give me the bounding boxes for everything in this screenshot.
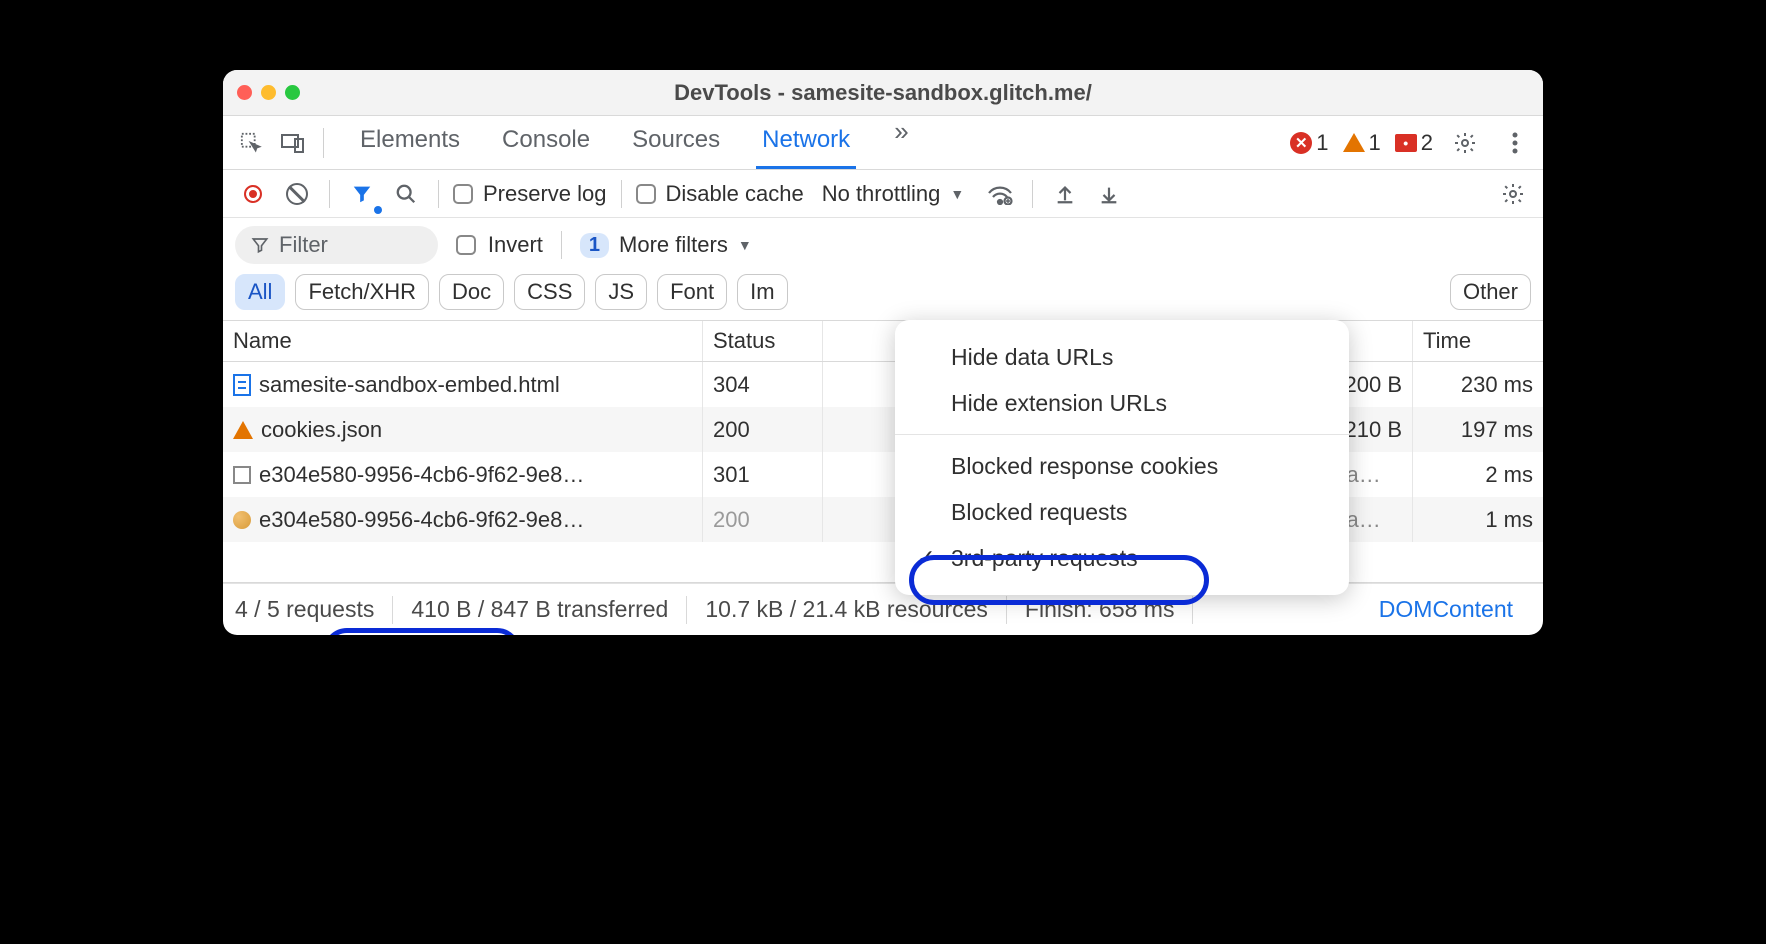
cell-name: samesite-sandbox-embed.html [223,362,703,407]
separator [438,180,439,208]
tab-network[interactable]: Network [756,116,856,169]
separator [621,180,622,208]
panel-tabbar: Elements Console Sources Network » ✕ 1 1… [223,116,1543,170]
kebab-menu-icon[interactable] [1497,125,1533,161]
status-finish: Finish: 658 ms [1007,596,1194,624]
popup-divider [895,434,1349,435]
separator [329,180,330,208]
inspect-element-icon[interactable] [233,125,269,161]
network-settings-icon[interactable] [1495,176,1531,212]
cell-time: 2 ms [1413,452,1543,497]
funnel-icon [251,236,269,254]
status-domcontent[interactable]: DOMContent [1361,596,1531,624]
chip-doc[interactable]: Doc [439,274,504,310]
chip-all[interactable]: All [235,274,285,310]
warning-icon [233,421,253,439]
titlebar: DevTools - samesite-sandbox.glitch.me/ [223,70,1543,116]
cell-name: e304e580-9956-4cb6-9f62-9e8… [223,497,703,542]
download-har-icon[interactable] [1091,176,1127,212]
disable-cache-label: Disable cache [666,181,804,207]
devtools-window: DevTools - samesite-sandbox.glitch.me/ E… [223,70,1543,635]
issues-icon: • [1395,134,1417,152]
cell-time: 197 ms [1413,407,1543,452]
filter-toggle-icon[interactable] [344,176,380,212]
device-toolbar-icon[interactable] [275,125,311,161]
col-time[interactable]: Time [1413,321,1543,361]
tab-elements[interactable]: Elements [354,116,466,169]
separator [561,231,562,259]
col-name[interactable]: Name [223,321,703,361]
chip-img[interactable]: Im [737,274,787,310]
settings-gear-icon[interactable] [1447,125,1483,161]
more-filters-popup: Hide data URLs Hide extension URLs Block… [895,320,1349,595]
separator [323,128,324,158]
document-icon [233,374,251,396]
throttling-value: No throttling [822,181,941,207]
preserve-log-label: Preserve log [483,181,607,207]
disable-cache-checkbox[interactable]: Disable cache [636,181,804,207]
issues-count[interactable]: • 2 [1395,130,1433,156]
tab-console[interactable]: Console [496,116,596,169]
more-filters-count: 1 [580,233,609,258]
placeholder-icon [233,466,251,484]
network-conditions-icon[interactable] [982,176,1018,212]
chip-fetch-xhr[interactable]: Fetch/XHR [295,274,429,310]
chip-js[interactable]: JS [595,274,647,310]
popup-3rd-party-requests[interactable]: 3rd-party requests [895,535,1349,581]
network-toolbar: Preserve log Disable cache No throttling… [223,170,1543,218]
separator [1032,180,1033,208]
more-tabs-button[interactable]: » [886,116,916,169]
cell-time: 230 ms [1413,362,1543,407]
invert-label: Invert [488,232,543,258]
cell-status: 304 [703,362,823,407]
status-requests: 4 / 5 requests [235,596,393,624]
cell-status: 200 [703,407,823,452]
panel-tabs: Elements Console Sources Network » [354,116,917,169]
caret-down-icon: ▼ [738,237,752,253]
issues-count-value: 2 [1421,130,1433,156]
filter-input[interactable]: Filter [235,226,438,264]
cookie-icon [233,511,251,529]
cell-status: 200 [703,497,823,542]
status-transferred: 410 B / 847 B transferred [393,596,687,624]
col-status[interactable]: Status [703,321,823,361]
chip-css[interactable]: CSS [514,274,585,310]
tab-sources[interactable]: Sources [626,116,726,169]
more-filters-label: More filters [619,232,728,258]
preserve-log-checkbox[interactable]: Preserve log [453,181,607,207]
more-filters-dropdown[interactable]: 1 More filters ▼ [580,232,752,258]
cell-time: 1 ms [1413,497,1543,542]
warning-icon [1343,133,1365,152]
warning-count-value: 1 [1369,130,1381,156]
cell-name: e304e580-9956-4cb6-9f62-9e8… [223,452,703,497]
file-name: samesite-sandbox-embed.html [259,372,560,398]
chip-other[interactable]: Other [1450,274,1531,310]
window-title: DevTools - samesite-sandbox.glitch.me/ [223,80,1543,106]
search-icon[interactable] [388,176,424,212]
error-icon: ✕ [1290,132,1312,154]
file-name: e304e580-9956-4cb6-9f62-9e8… [259,462,584,488]
popup-hide-extension-urls[interactable]: Hide extension URLs [895,380,1349,426]
error-count-value: 1 [1316,130,1328,156]
filter-placeholder: Filter [279,232,328,258]
popup-blocked-requests[interactable]: Blocked requests [895,489,1349,535]
warning-count[interactable]: 1 [1343,130,1381,156]
upload-har-icon[interactable] [1047,176,1083,212]
chip-font[interactable]: Font [657,274,727,310]
file-name: cookies.json [261,417,382,443]
throttling-select[interactable]: No throttling ▼ [822,181,964,207]
resource-type-chips: All Fetch/XHR Doc CSS JS Font Im Other [223,270,1543,320]
status-resources: 10.7 kB / 21.4 kB resources [687,596,1007,624]
error-count[interactable]: ✕ 1 [1290,130,1328,156]
cell-name: cookies.json [223,407,703,452]
file-name: e304e580-9956-4cb6-9f62-9e8… [259,507,584,533]
caret-down-icon: ▼ [950,186,964,202]
popup-blocked-response-cookies[interactable]: Blocked response cookies [895,443,1349,489]
cell-status: 301 [703,452,823,497]
filter-row: Filter Invert 1 More filters ▼ [223,218,1543,270]
invert-checkbox[interactable]: Invert [456,232,543,258]
clear-button[interactable] [279,176,315,212]
record-button[interactable] [235,176,271,212]
popup-hide-data-urls[interactable]: Hide data URLs [895,334,1349,380]
